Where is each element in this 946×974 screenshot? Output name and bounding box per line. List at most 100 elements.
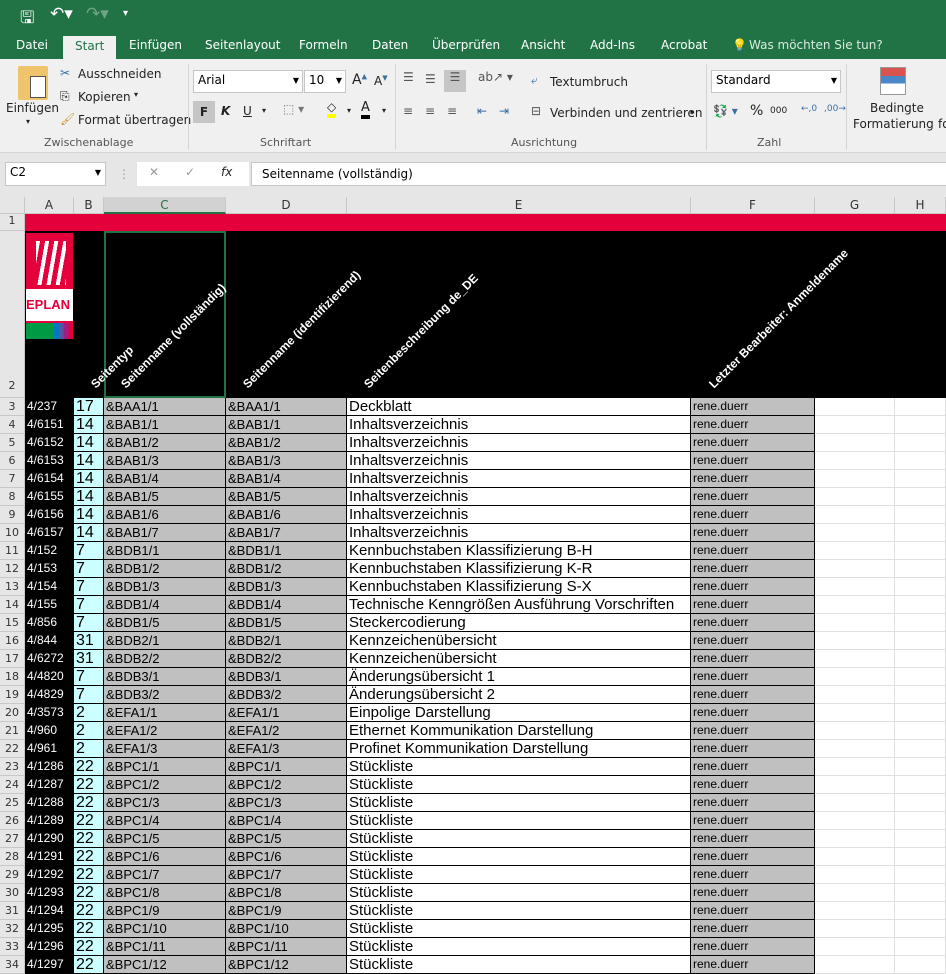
tab-datei[interactable]: Datei xyxy=(16,38,48,52)
cell-beschreibung[interactable]: Stückliste xyxy=(347,848,691,866)
empty-cell[interactable] xyxy=(815,614,895,632)
cell-bearbeiter[interactable]: rene.duerr xyxy=(691,794,815,812)
row-header[interactable]: 18 xyxy=(0,668,25,686)
empty-cell[interactable] xyxy=(895,488,946,506)
cell-seitentyp[interactable]: 22 xyxy=(74,956,104,974)
cell-seitenname-identifizierend[interactable]: &BPC1/12 xyxy=(226,956,347,974)
cell-seitentyp[interactable]: 22 xyxy=(74,938,104,956)
cell-id[interactable]: 4/1286 xyxy=(25,758,74,776)
empty-cell[interactable] xyxy=(815,902,895,920)
empty-cell[interactable] xyxy=(895,650,946,668)
row-header[interactable]: 34 xyxy=(0,956,25,974)
align-bottom-icon[interactable]: ☰ xyxy=(444,70,466,92)
cell-seitenname-vollstaendig[interactable]: &BAB1/7 xyxy=(104,524,226,542)
cell-seitenname-identifizierend[interactable]: &BAB1/7 xyxy=(226,524,347,542)
paste-button[interactable]: Einfügen xyxy=(6,101,59,115)
empty-cell[interactable] xyxy=(815,434,895,452)
cell-beschreibung[interactable]: Kennzeichenübersicht xyxy=(347,632,691,650)
cell-seitenname-vollstaendig[interactable]: &EFA1/3 xyxy=(104,740,226,758)
cell-beschreibung[interactable]: Stückliste xyxy=(347,902,691,920)
cell-id[interactable]: 4/1297 xyxy=(25,956,74,974)
cell-id[interactable]: 4/1290 xyxy=(25,830,74,848)
empty-cell[interactable] xyxy=(895,722,946,740)
customize-icon[interactable]: ▾ xyxy=(123,8,128,19)
cell-seitentyp[interactable]: 2 xyxy=(74,740,104,758)
row-header[interactable]: 33 xyxy=(0,938,25,956)
cell-bearbeiter[interactable]: rene.duerr xyxy=(691,956,815,974)
cell-beschreibung[interactable]: Steckercodierung xyxy=(347,614,691,632)
cell-seitenname-identifizierend[interactable]: &BDB3/1 xyxy=(226,668,347,686)
cell-id[interactable]: 4/961 xyxy=(25,740,74,758)
cell-seitenname-identifizierend[interactable]: &BPC1/6 xyxy=(226,848,347,866)
cell-seitenname-identifizierend[interactable]: &BAB1/2 xyxy=(226,434,347,452)
cell-seitentyp[interactable]: 2 xyxy=(74,722,104,740)
cell-bearbeiter[interactable]: rene.duerr xyxy=(691,848,815,866)
tab-start[interactable]: Start xyxy=(63,36,117,59)
cell-seitenname-vollstaendig[interactable]: &BPC1/9 xyxy=(104,902,226,920)
cell-beschreibung[interactable]: Stückliste xyxy=(347,956,691,974)
cell-beschreibung[interactable]: Stückliste xyxy=(347,884,691,902)
empty-cell[interactable] xyxy=(895,830,946,848)
empty-cell[interactable] xyxy=(815,686,895,704)
cell-seitentyp[interactable]: 14 xyxy=(74,488,104,506)
row-header[interactable]: 3 xyxy=(0,398,25,416)
align-left-icon[interactable]: ≡ xyxy=(403,104,413,118)
cell-id[interactable]: 4/6156 xyxy=(25,506,74,524)
empty-cell[interactable] xyxy=(895,668,946,686)
cell-bearbeiter[interactable]: rene.duerr xyxy=(691,542,815,560)
cell-bearbeiter[interactable]: rene.duerr xyxy=(691,506,815,524)
cell-beschreibung[interactable]: Einpolige Darstellung xyxy=(347,704,691,722)
cell-seitentyp[interactable]: 14 xyxy=(74,434,104,452)
cell-seitentyp[interactable]: 22 xyxy=(74,812,104,830)
cell-seitenname-vollstaendig[interactable]: &EFA1/2 xyxy=(104,722,226,740)
empty-cell[interactable] xyxy=(815,920,895,938)
row-header[interactable]: 4 xyxy=(0,416,25,434)
cell-bearbeiter[interactable]: rene.duerr xyxy=(691,524,815,542)
cell-beschreibung[interactable]: Stückliste xyxy=(347,812,691,830)
tab-daten[interactable]: Daten xyxy=(372,38,408,52)
row-header[interactable]: 10 xyxy=(0,524,25,542)
column-header-f[interactable]: F xyxy=(691,197,815,214)
tab-formeln[interactable]: Formeln xyxy=(299,38,348,52)
empty-cell[interactable] xyxy=(895,578,946,596)
cell-seitenname-identifizierend[interactable]: &BPC1/11 xyxy=(226,938,347,956)
empty-cell[interactable] xyxy=(895,560,946,578)
cell-id[interactable]: 4/1292 xyxy=(25,866,74,884)
row-header[interactable]: 32 xyxy=(0,920,25,938)
empty-cell[interactable] xyxy=(815,740,895,758)
empty-cell[interactable] xyxy=(815,650,895,668)
row-header[interactable]: 2 xyxy=(0,231,25,398)
cell-beschreibung[interactable]: Stückliste xyxy=(347,938,691,956)
percent-button[interactable]: % xyxy=(750,103,763,119)
empty-cell[interactable] xyxy=(895,524,946,542)
selected-cell-c2[interactable] xyxy=(104,231,226,398)
font-color-dropdown-icon[interactable]: ▾ xyxy=(382,106,386,115)
row-header[interactable]: 25 xyxy=(0,794,25,812)
row-header[interactable]: 1 xyxy=(0,214,25,231)
font-name-select[interactable]: Arial ▼ xyxy=(193,70,303,93)
cell-seitenname-vollstaendig[interactable]: &BDB1/2 xyxy=(104,560,226,578)
cell-seitenname-vollstaendig[interactable]: &BPC1/11 xyxy=(104,938,226,956)
empty-cell[interactable] xyxy=(895,416,946,434)
empty-cell[interactable] xyxy=(895,812,946,830)
cell-seitentyp[interactable]: 22 xyxy=(74,884,104,902)
row-header[interactable]: 22 xyxy=(0,740,25,758)
currency-icon[interactable]: 💱 ▾ xyxy=(713,104,738,118)
tab-ansicht[interactable]: Ansicht xyxy=(521,38,565,52)
cell-beschreibung[interactable]: Ethernet Kommunikation Darstellung xyxy=(347,722,691,740)
cell-seitentyp[interactable]: 22 xyxy=(74,866,104,884)
cell-beschreibung[interactable]: Änderungsübersicht 1 xyxy=(347,668,691,686)
cell-bearbeiter[interactable]: rene.duerr xyxy=(691,416,815,434)
number-format-select[interactable]: Standard ▼ xyxy=(711,70,841,93)
cell-bearbeiter[interactable]: rene.duerr xyxy=(691,812,815,830)
cell-id[interactable]: 4/155 xyxy=(25,596,74,614)
empty-cell[interactable] xyxy=(815,416,895,434)
cell-seitenname-identifizierend[interactable]: &BPC1/7 xyxy=(226,866,347,884)
row-header[interactable]: 15 xyxy=(0,614,25,632)
cancel-icon[interactable]: ✕ xyxy=(149,165,159,179)
cell-bearbeiter[interactable]: rene.duerr xyxy=(691,452,815,470)
empty-cell[interactable] xyxy=(815,398,895,416)
empty-cell[interactable] xyxy=(895,938,946,956)
cell-seitenname-vollstaendig[interactable]: &BPC1/7 xyxy=(104,866,226,884)
row-header[interactable]: 27 xyxy=(0,830,25,848)
